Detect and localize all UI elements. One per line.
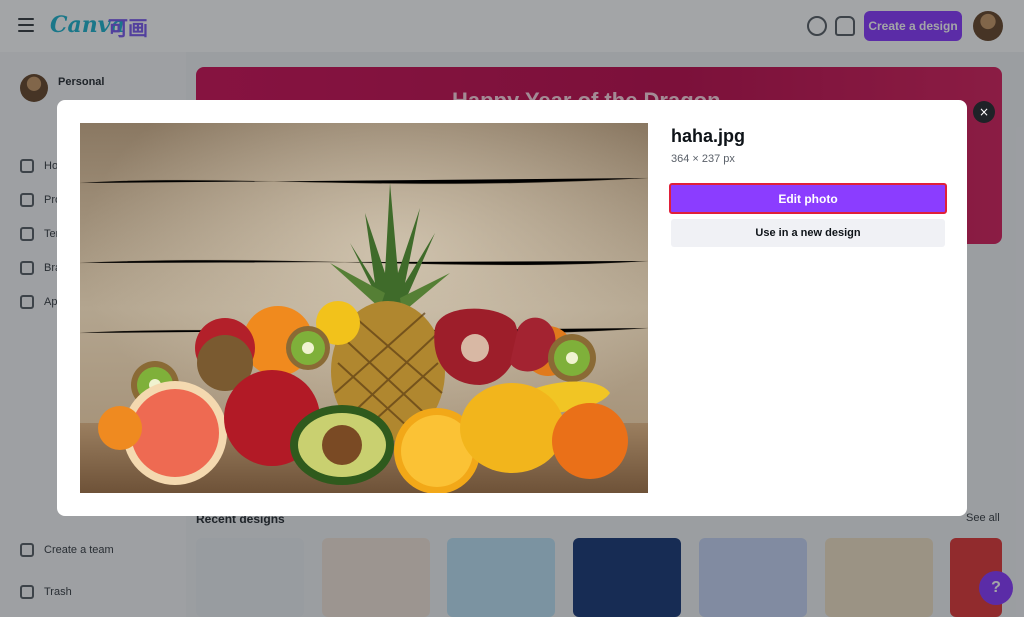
fruit-photo bbox=[80, 123, 648, 493]
image-preview-modal: haha.jpg 364 × 237 px Edit photo Use in … bbox=[57, 100, 967, 516]
image-dimensions: 364 × 237 px bbox=[671, 153, 735, 165]
use-in-new-design-button[interactable]: Use in a new design bbox=[671, 219, 945, 247]
close-icon[interactable]: × bbox=[973, 101, 995, 123]
edit-photo-button[interactable]: Edit photo bbox=[669, 183, 947, 214]
image-preview bbox=[80, 123, 648, 493]
file-name: haha.jpg bbox=[671, 126, 746, 146]
